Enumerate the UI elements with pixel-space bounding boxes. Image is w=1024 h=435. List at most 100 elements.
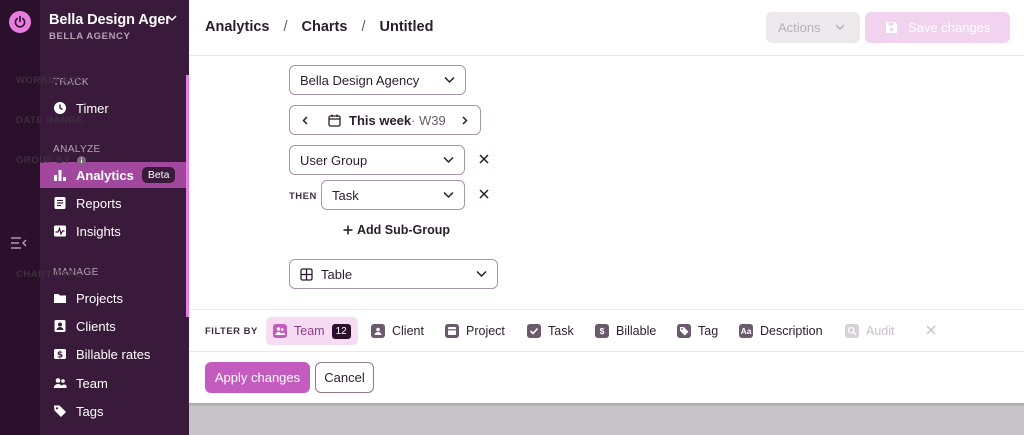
chevron-down-icon (835, 24, 845, 31)
cancel-button[interactable]: Cancel (315, 362, 374, 393)
audit-icon (845, 324, 859, 338)
breadcrumb-separator: / (283, 19, 288, 35)
workspace-subtitle: BELLA AGENCY (49, 31, 131, 42)
breadcrumb-charts[interactable]: Charts (302, 19, 348, 35)
sidebar-item-label: Analytics (76, 167, 134, 183)
date-range-picker: This week · W39 (289, 105, 481, 135)
plus-icon (343, 225, 353, 235)
filter-description[interactable]: Aa Description (732, 317, 830, 345)
actions-label: Actions (778, 20, 821, 35)
report-icon (53, 196, 67, 210)
breadcrumb-analytics[interactable]: Analytics (205, 19, 269, 35)
sidebar-item-label: Timer (76, 100, 109, 116)
filter-audit-label: Audit (866, 324, 895, 338)
apply-changes-button[interactable]: Apply changes (205, 362, 310, 393)
filter-count-badge: 12 (331, 323, 351, 339)
filter-client-label: Client (392, 324, 424, 338)
sidebar: Bella Design Agency BELLA AGENCY TRACK T… (40, 0, 189, 435)
breadcrumb-untitled: Untitled (379, 19, 434, 35)
filter-tag[interactable]: Tag (670, 317, 725, 345)
group-by-label: GROUP BY (16, 155, 71, 166)
add-sub-group-label: Add Sub-Group (357, 223, 451, 237)
sidebar-item-reports[interactable]: Reports (40, 190, 189, 216)
table-icon (300, 267, 313, 281)
date-range-label: DATE RANGE (16, 115, 84, 126)
chart-type-label: CHART TYPE (16, 269, 82, 280)
date-range-value[interactable]: This week (349, 113, 411, 128)
sidebar-item-label: Projects (76, 290, 123, 306)
week-number: · W39 (411, 113, 446, 128)
sidebar-item-insights[interactable]: Insights (40, 218, 189, 244)
remove-group-close-icon[interactable] (478, 153, 492, 167)
sidebar-item-clients[interactable]: Clients (40, 313, 189, 339)
sidebar-item-projects[interactable]: Projects (40, 285, 189, 311)
chart-type-select[interactable]: Table (289, 259, 498, 289)
workspace-name[interactable]: Bella Design Agency (49, 12, 169, 28)
clock-icon (53, 101, 67, 115)
sub-group-value: Task (332, 187, 359, 203)
breadcrumb: Analytics / Charts / Untitled (205, 19, 433, 35)
filter-team-label: Team (294, 324, 325, 338)
breadcrumb-separator: / (361, 19, 366, 35)
workspace-label: WORKSPACE (16, 75, 83, 86)
chevron-down-icon (476, 270, 487, 278)
sidebar-item-label: Team (76, 375, 108, 391)
chart-type-value: Table (321, 266, 353, 282)
section-analyze: ANALYZE (53, 144, 101, 155)
group-by-select[interactable]: User Group (289, 145, 465, 175)
chevron-down-icon (444, 76, 455, 84)
sidebar-item-billable-rates[interactable]: $ Billable rates (40, 341, 189, 367)
dollar-icon: $ (53, 347, 67, 361)
power-logo-icon[interactable] (9, 11, 31, 33)
filter-task[interactable]: Task (520, 317, 581, 345)
filter-project-label: Project (466, 324, 505, 338)
filter-tag-label: Tag (698, 324, 719, 338)
group-by-label-row: GROUP BY (16, 155, 86, 166)
group-by-value: User Group (300, 152, 368, 168)
filter-team[interactable]: Team 12 (266, 317, 358, 345)
task-check-icon (527, 324, 541, 338)
page-header: Analytics / Charts / Untitled Actions Sa… (189, 0, 1024, 56)
info-icon[interactable] (76, 156, 86, 165)
beta-badge: Beta (141, 167, 176, 183)
client-icon (53, 319, 67, 333)
workspace-chevron-down-icon[interactable] (167, 15, 177, 22)
chevron-down-icon (443, 191, 454, 199)
folder-icon (53, 291, 67, 305)
chevron-left-icon[interactable] (302, 116, 308, 125)
add-sub-group-button[interactable]: Add Sub-Group (343, 223, 450, 237)
calendar-icon (328, 114, 341, 127)
sidebar-item-label: Insights (76, 223, 121, 239)
filter-client[interactable]: Client (364, 317, 431, 345)
clear-filters-close-icon[interactable] (925, 324, 939, 338)
save-changes-button[interactable]: Save changes (865, 12, 1010, 43)
team-icon (273, 324, 287, 338)
filter-project[interactable]: Project (438, 317, 512, 345)
sidebar-item-team[interactable]: Team (40, 370, 189, 396)
team-icon (53, 376, 67, 390)
collapse-sidebar-icon[interactable] (10, 236, 28, 250)
sidebar-item-label: Clients (76, 318, 116, 334)
bar-chart-icon (53, 168, 67, 182)
sidebar-item-tags[interactable]: Tags (40, 398, 189, 424)
tag-icon (677, 324, 691, 338)
remove-sub-group-close-icon[interactable] (478, 188, 492, 202)
description-icon: Aa (739, 324, 753, 338)
sidebar-accent-bar (186, 75, 189, 317)
insights-icon (53, 224, 67, 238)
filter-description-label: Description (760, 324, 823, 338)
filter-by-label: FILTER BY (205, 326, 258, 337)
filter-billable[interactable]: $ Billable (588, 317, 663, 345)
chevron-right-icon[interactable] (462, 116, 468, 125)
sidebar-item-label: Billable rates (76, 346, 151, 362)
filter-bar: FILTER BY Team 12 Client Project Task $ … (189, 309, 1024, 352)
filter-audit[interactable]: Audit (838, 317, 902, 345)
workspace-select-value: Bella Design Agency (300, 72, 420, 88)
workspace-select[interactable]: Bella Design Agency (289, 65, 466, 95)
then-label: THEN (289, 191, 317, 202)
sidebar-item-label: Reports (76, 195, 122, 211)
panel-shadow (189, 403, 1024, 407)
actions-button[interactable]: Actions (766, 12, 860, 43)
sub-group-select[interactable]: Task (321, 180, 465, 210)
filter-task-label: Task (548, 324, 574, 338)
